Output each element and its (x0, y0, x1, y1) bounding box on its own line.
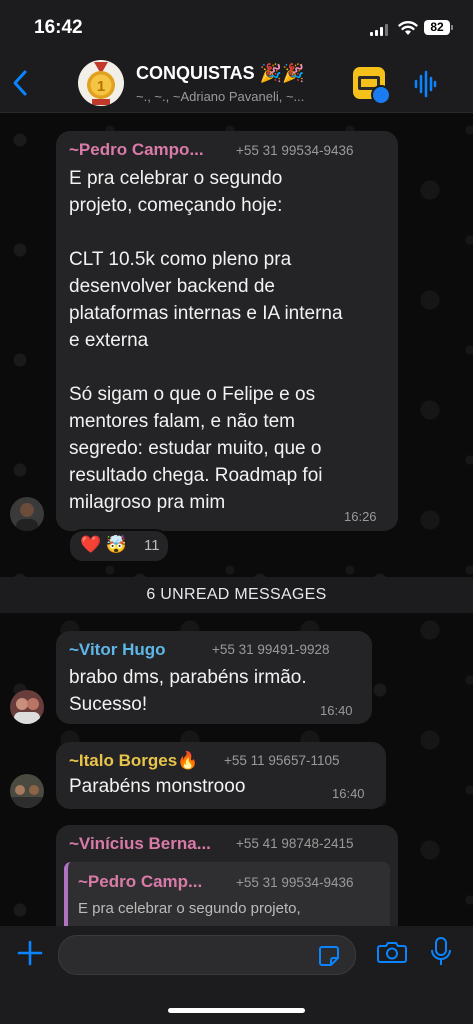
message-text: E pra celebrar o segundo projeto, começa… (69, 168, 343, 513)
chat-header[interactable]: 1 CONQUISTAS 🎉🎉 ~., ~., ~Adriano Pavanel… (0, 56, 473, 113)
reaction-count: 11 (144, 537, 160, 554)
unread-messages-divider: 6 UNREAD MESSAGES (0, 577, 473, 613)
group-avatar[interactable]: 1 (78, 60, 124, 106)
status-bar: 16:42 82 (0, 0, 473, 56)
svg-text:1: 1 (97, 78, 105, 95)
message-time: 16:40 (320, 703, 353, 718)
back-chevron-icon[interactable] (10, 68, 30, 98)
audio-call-waveform-icon[interactable] (413, 70, 437, 98)
group-title[interactable]: CONQUISTAS 🎉🎉 (136, 63, 305, 84)
group-members-subtitle[interactable]: ~., ~., ~Adriano Pavaneli, ~... (136, 89, 336, 104)
avatar[interactable] (10, 690, 44, 724)
microphone-icon[interactable] (430, 937, 452, 967)
message-sender[interactable]: ~Pedro Campo... (69, 140, 204, 160)
home-indicator[interactable] (168, 1008, 305, 1013)
message-bubble[interactable]: ~Italo Borges🔥 +55 11 95657-1105 Parabén… (56, 742, 386, 809)
message-bubble[interactable]: ~Vitor Hugo +55 31 99491-9928 brabo dms,… (56, 631, 372, 724)
message-phone: +55 41 98748-2415 (236, 836, 354, 851)
message-phone: +55 31 99491-9928 (212, 642, 330, 657)
message-phone: +55 11 95657-1105 (224, 753, 340, 768)
wifi-icon (398, 21, 418, 35)
quoted-text: E pra celebrar o segundo projeto, (78, 900, 301, 917)
quoted-phone: +55 31 99534-9436 (236, 875, 354, 890)
message-time: 16:40 (332, 786, 365, 801)
message-reactions[interactable]: ❤️ 🤯 11 (68, 529, 170, 563)
camera-icon[interactable] (377, 940, 407, 964)
message-input[interactable] (58, 935, 356, 975)
message-text: Parabéns monstrooo (69, 776, 246, 797)
message-phone: +55 31 99534-9436 (236, 143, 354, 158)
quoted-sender: ~Pedro Camp... (78, 872, 203, 891)
battery-indicator: 82 (424, 20, 453, 35)
message-sender[interactable]: ~Italo Borges🔥 (69, 751, 198, 771)
avatar[interactable] (10, 497, 44, 531)
message-bubble[interactable]: ~Pedro Campo... +55 31 99534-9436 E pra … (56, 131, 398, 531)
message-time: 16:26 (344, 509, 377, 524)
status-time: 16:42 (34, 17, 83, 38)
verified-badge-icon (371, 85, 391, 105)
couple-avatar-icon (14, 698, 40, 724)
message-sender[interactable]: ~Vitor Hugo (69, 640, 166, 660)
plus-icon[interactable] (17, 940, 43, 966)
person-avatar-icon (16, 503, 38, 531)
extension-app-icon[interactable] (353, 67, 391, 105)
message-sender[interactable]: ~Vinícius Berna... (69, 834, 211, 854)
sticker-icon[interactable] (318, 945, 340, 967)
avatar[interactable] (10, 774, 44, 808)
medal-icon: 1 (87, 62, 115, 105)
cellular-signal-icon (370, 24, 390, 36)
group-photo-avatar-icon (12, 785, 42, 808)
reaction-emojis: ❤️ 🤯 (80, 535, 128, 554)
